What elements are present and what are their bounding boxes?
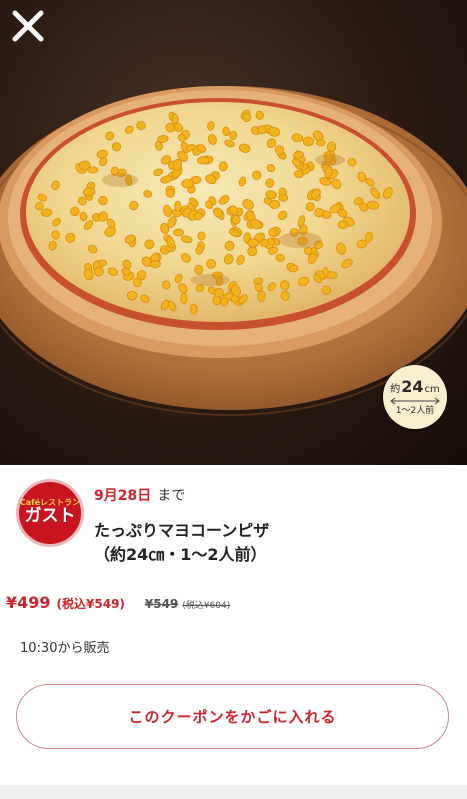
deadline-suffix: まで: [157, 488, 186, 504]
price-row: ¥499 (税込¥549) ¥549 (税込¥604): [6, 593, 230, 612]
original-price: ¥549: [144, 597, 179, 611]
corn-kernel: [316, 139, 326, 147]
corn-kernel: [173, 228, 184, 237]
corn-kernel: [111, 142, 122, 152]
logo-title: ガスト: [24, 506, 76, 527]
corn-kernel: [314, 207, 325, 218]
coupon-deadline: 9月28日 まで: [94, 485, 185, 505]
add-to-cart-button[interactable]: このクーポンをかごに入れる: [16, 684, 449, 749]
corn-kernel: [180, 292, 188, 304]
coupon-price: ¥499: [6, 593, 51, 612]
coupon-title-line1: たっぷりマヨコーンピザ: [94, 521, 270, 540]
coupon-price-tax: (税込¥549): [56, 597, 125, 611]
close-icon: [12, 10, 44, 42]
coupon-details: Caféレストラン ガスト 9月28日 まで たっぷりマヨコーンピザ （約24㎝・…: [0, 465, 467, 799]
hero-image: 約 24 cm 1〜2人前: [0, 0, 467, 465]
corn-kernel: [302, 136, 314, 147]
corn-kernel: [278, 194, 289, 202]
corn-kernel: [214, 287, 224, 298]
corn-kernel: [136, 121, 146, 131]
corn-kernel: [70, 206, 80, 217]
corn-kernel: [265, 178, 275, 188]
corn-kernel: [194, 264, 204, 275]
close-button[interactable]: [10, 8, 46, 44]
shop-logo: Caféレストラン ガスト: [16, 479, 84, 547]
double-arrow-icon: [390, 397, 440, 404]
size-unit: cm: [424, 383, 440, 395]
sale-time: 10:30から販売: [20, 641, 110, 656]
size-badge: 約 24 cm 1〜2人前: [383, 365, 447, 429]
corn-kernel: [181, 178, 194, 189]
corn-kernel: [247, 238, 260, 248]
corn-kernel: [337, 220, 349, 230]
corn-kernel: [149, 260, 161, 269]
coupon-title-line2: （約24㎝・1〜2人前）: [94, 545, 267, 564]
coupon-title: たっぷりマヨコーンピザ （約24㎝・1〜2人前）: [94, 519, 269, 567]
corn-kernel: [257, 290, 266, 302]
deadline-date: 9月28日: [94, 488, 152, 504]
corn-kernel: [126, 290, 138, 301]
corn-kernel: [197, 231, 206, 241]
original-price-tax: (税込¥604): [182, 601, 231, 611]
corn-kernel: [269, 199, 281, 210]
size-servings: 1〜2人前: [395, 405, 435, 416]
corn-kernel: [190, 303, 198, 315]
bottom-divider: [0, 785, 467, 799]
corn-kernel: [174, 200, 182, 212]
size-value: 24: [401, 376, 424, 396]
size-prefix: 約: [390, 383, 401, 395]
